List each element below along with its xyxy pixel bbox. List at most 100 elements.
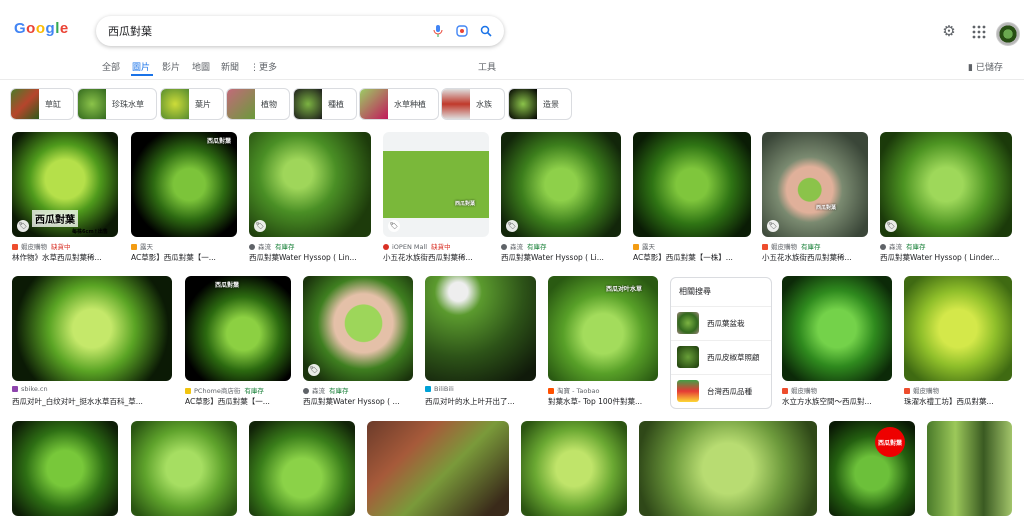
result-thumbnail[interactable] bbox=[927, 421, 1012, 516]
result-thumbnail[interactable] bbox=[12, 276, 172, 381]
related-search-item[interactable]: 台灣西瓜品種 bbox=[671, 374, 771, 407]
result-source[interactable]: 森流 有庫存 bbox=[303, 385, 349, 395]
result-source[interactable]: 露天 bbox=[131, 241, 153, 251]
result-source[interactable]: 露天 bbox=[633, 241, 655, 251]
result-thumbnail[interactable] bbox=[521, 421, 627, 516]
settings-gear-icon[interactable]: ⚙ bbox=[940, 22, 958, 40]
result-title[interactable]: 林作物》水草西瓜對葉稀... bbox=[12, 252, 118, 263]
lens-icon[interactable] bbox=[454, 23, 470, 39]
image-result[interactable]: 西瓜對葉 露天 AC草影】西瓜對葉【一... bbox=[131, 132, 237, 264]
result-title[interactable]: 小五花水族街西瓜對葉稀... bbox=[383, 252, 489, 263]
result-thumbnail[interactable] bbox=[782, 276, 892, 381]
chip-leaves[interactable]: 葉片 bbox=[160, 88, 224, 120]
image-result[interactable] bbox=[249, 421, 355, 516]
result-source[interactable]: iOPEN Mall 缺貨中 bbox=[383, 241, 451, 251]
image-result[interactable]: 🏷 森流 有庫存 西瓜對葉Water Hyssop ( Linder... bbox=[880, 132, 1012, 264]
image-result[interactable]: sbike.cn 西瓜对叶_白纹对叶_挺水水草百科_草... bbox=[12, 276, 172, 408]
result-title[interactable]: 水立方水族空間～西瓜對... bbox=[782, 396, 892, 407]
tab-all[interactable]: 全部 bbox=[102, 60, 120, 73]
chip-plants[interactable]: 植物 bbox=[226, 88, 290, 120]
result-thumbnail[interactable] bbox=[639, 421, 817, 516]
tab-videos[interactable]: 影片 bbox=[162, 60, 180, 73]
chip-aquarium[interactable]: 水族 bbox=[441, 88, 505, 120]
result-thumbnail[interactable] bbox=[904, 276, 1012, 381]
chip-aquascape[interactable]: 造景 bbox=[508, 88, 572, 120]
saved-button[interactable]: ▮ 已儲存 bbox=[968, 60, 1003, 73]
result-thumbnail[interactable] bbox=[131, 421, 237, 516]
search-box[interactable]: 西瓜對葉 bbox=[96, 16, 504, 46]
result-thumbnail[interactable]: 西瓜对叶水草 bbox=[548, 276, 658, 381]
account-avatar[interactable] bbox=[996, 22, 1020, 46]
image-result[interactable]: 露天 AC草影】西瓜對葉【一株】... bbox=[633, 132, 751, 264]
image-result[interactable]: 蝦皮購物 水立方水族空間～西瓜對... bbox=[782, 276, 892, 408]
image-result[interactable]: 西瓜對葉 🏷 蝦皮購物 有庫存 小五花水族街西瓜對葉稀... bbox=[762, 132, 868, 264]
result-thumbnail[interactable]: 西瓜對葉 bbox=[185, 276, 291, 381]
result-title[interactable]: 西瓜對葉Water Hyssop ( ... bbox=[303, 396, 413, 407]
image-result[interactable]: 西瓜對葉 🏷 iOPEN Mall 缺貨中 小五花水族街西瓜對葉稀... bbox=[383, 132, 489, 264]
result-title[interactable]: 西瓜對葉Water Hyssop ( Lin... bbox=[249, 252, 371, 263]
chip-aquarium-tank[interactable]: 草缸 bbox=[10, 88, 74, 120]
image-result[interactable]: 蝦皮購物 珠濯水禮工坊】西瓜對葉... bbox=[904, 276, 1012, 408]
apps-grid-icon[interactable] bbox=[972, 24, 986, 39]
image-result[interactable] bbox=[521, 421, 627, 516]
result-source[interactable]: 蝦皮購物 bbox=[904, 385, 939, 395]
result-title[interactable]: 小五花水族街西瓜對葉稀... bbox=[762, 252, 868, 263]
image-result[interactable] bbox=[927, 421, 1012, 516]
search-icon[interactable] bbox=[478, 23, 494, 39]
result-source[interactable]: 蝦皮購物 有庫存 bbox=[762, 241, 821, 251]
result-thumbnail[interactable]: 西瓜對葉 bbox=[829, 421, 915, 516]
result-title[interactable]: 對葉水草- Top 100件對葉... bbox=[548, 396, 658, 407]
result-thumbnail[interactable]: 西瓜對葉 🏷 bbox=[383, 132, 489, 237]
image-result[interactable]: 🏷 森流 有庫存 西瓜對葉Water Hyssop ( Lin... bbox=[249, 132, 371, 264]
result-source[interactable]: sbike.cn bbox=[12, 385, 48, 393]
result-source[interactable]: BiliBili bbox=[425, 385, 454, 393]
image-result[interactable] bbox=[12, 421, 118, 516]
image-result[interactable]: 西瓜對葉 bbox=[829, 421, 915, 516]
tab-news[interactable]: 新聞 bbox=[221, 60, 239, 73]
image-result[interactable] bbox=[131, 421, 237, 516]
result-thumbnail[interactable]: 西瓜對葉 🏷 bbox=[762, 132, 868, 237]
result-source[interactable]: 森流 有庫存 bbox=[880, 241, 926, 251]
result-thumbnail[interactable] bbox=[425, 276, 536, 381]
image-result[interactable]: BiliBili 西瓜对叶的水上叶开出了... bbox=[425, 276, 536, 408]
mic-icon[interactable] bbox=[430, 23, 446, 39]
search-input[interactable]: 西瓜對葉 bbox=[108, 23, 152, 39]
tab-more[interactable]: ⋮更多 bbox=[250, 60, 277, 73]
result-thumbnail[interactable] bbox=[249, 421, 355, 516]
result-source[interactable]: 蝦皮購物 bbox=[782, 385, 817, 395]
result-thumbnail[interactable]: 🏷 bbox=[501, 132, 621, 237]
result-source[interactable]: 森流 有庫存 bbox=[249, 241, 295, 251]
result-thumbnail[interactable]: 西瓜對葉 每株6cm↑出售 🏷 bbox=[12, 132, 118, 237]
result-title[interactable]: 西瓜对叶_白纹对叶_挺水水草百科_草... bbox=[12, 396, 172, 407]
related-search-item[interactable]: 西瓜葉盆栽 bbox=[671, 306, 771, 339]
image-result[interactable]: 西瓜對葉 每株6cm↑出售 🏷 蝦皮購物 缺貨中 林作物》水草西瓜對葉稀... bbox=[12, 132, 118, 264]
result-title[interactable]: 西瓜對葉Water Hyssop ( Li... bbox=[501, 252, 621, 263]
result-thumbnail[interactable]: 西瓜對葉 bbox=[131, 132, 237, 237]
result-thumbnail[interactable]: 🏷 bbox=[880, 132, 1012, 237]
result-source[interactable]: 淘寶 - Taobao bbox=[548, 385, 599, 395]
image-result[interactable]: 西瓜對葉 PChome商店街 有庫存 AC草影】西瓜對葉【一... bbox=[185, 276, 291, 408]
result-thumbnail[interactable] bbox=[633, 132, 751, 237]
result-title[interactable]: AC草影】西瓜對葉【一... bbox=[131, 252, 237, 263]
chip-aquatic-planting[interactable]: 水草种植 bbox=[359, 88, 439, 120]
related-search-item[interactable]: 西瓜皮椒草照顧 bbox=[671, 340, 771, 373]
result-title[interactable]: 西瓜对叶的水上叶开出了... bbox=[425, 396, 536, 407]
result-source[interactable]: 森流 有庫存 bbox=[501, 241, 547, 251]
result-title[interactable]: AC草影】西瓜對葉【一株】... bbox=[633, 252, 751, 263]
result-thumbnail[interactable]: 🏷 bbox=[249, 132, 371, 237]
result-source[interactable]: 蝦皮購物 缺貨中 bbox=[12, 241, 71, 251]
tab-images[interactable]: 圖片 bbox=[132, 60, 150, 73]
result-thumbnail[interactable] bbox=[12, 421, 118, 516]
image-result[interactable] bbox=[367, 421, 509, 516]
result-thumbnail[interactable] bbox=[367, 421, 509, 516]
image-result[interactable]: 🏷 森流 有庫存 西瓜對葉Water Hyssop ( Li... bbox=[501, 132, 621, 264]
chip-pearl-grass[interactable]: 珍珠水草 bbox=[77, 88, 157, 120]
result-title[interactable]: 珠濯水禮工坊】西瓜對葉... bbox=[904, 396, 1012, 407]
image-result[interactable]: 西瓜对叶水草 淘寶 - Taobao 對葉水草- Top 100件對葉... bbox=[548, 276, 658, 408]
image-result[interactable] bbox=[639, 421, 817, 516]
chip-planting[interactable]: 種植 bbox=[293, 88, 357, 120]
result-title[interactable]: 西瓜對葉Water Hyssop ( Linder... bbox=[880, 252, 1012, 263]
google-logo[interactable]: Google bbox=[14, 20, 69, 37]
tab-maps[interactable]: 地圖 bbox=[192, 60, 210, 73]
image-result[interactable]: 🏷 森流 有庫存 西瓜對葉Water Hyssop ( ... bbox=[303, 276, 413, 408]
